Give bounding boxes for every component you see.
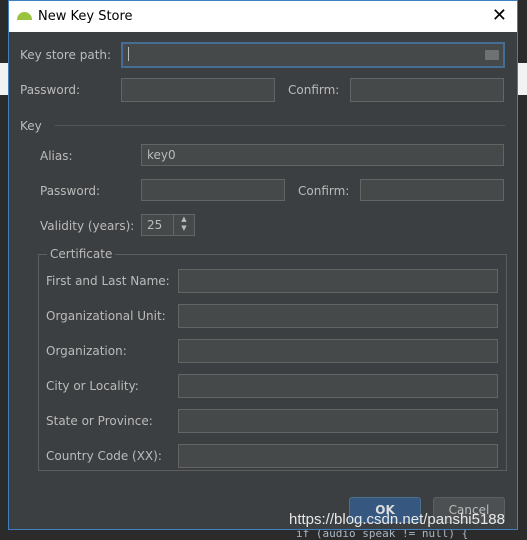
title-bar: New Key Store ✕ xyxy=(9,1,517,32)
key-confirm-input[interactable] xyxy=(360,179,504,201)
folder-icon[interactable] xyxy=(485,50,499,60)
certificate-field-input[interactable] xyxy=(178,374,498,398)
alias-input[interactable]: key0 xyxy=(141,144,504,166)
validity-label: Validity (years): xyxy=(40,219,135,233)
spinner-arrows-icon[interactable]: ▲ ▼ xyxy=(173,215,194,235)
validity-spinner[interactable]: 25 ▲ ▼ xyxy=(141,214,195,236)
keystore-password-input[interactable] xyxy=(121,78,275,102)
certificate-field-input[interactable] xyxy=(178,269,498,293)
divider xyxy=(55,125,505,126)
certificate-field-label: State or Province: xyxy=(46,414,153,428)
key-store-path-label: Key store path: xyxy=(20,48,112,62)
certificate-field-label: City or Locality: xyxy=(46,379,139,393)
keystore-password-label: Password: xyxy=(20,83,81,97)
window-title: New Key Store xyxy=(38,9,133,24)
android-icon xyxy=(17,12,32,20)
certificate-field-input[interactable] xyxy=(178,444,498,468)
validity-value: 25 xyxy=(147,218,163,232)
certificate-field-label: Organizational Unit: xyxy=(46,309,166,323)
alias-label: Alias: xyxy=(40,149,73,163)
key-password-input[interactable] xyxy=(141,179,285,201)
keystore-confirm-input[interactable] xyxy=(350,78,504,102)
certificate-field-label: Country Code (XX): xyxy=(46,449,162,463)
new-key-store-dialog: New Key Store ✕ Key store path: Password… xyxy=(8,0,518,530)
certificate-field-input[interactable] xyxy=(178,339,498,363)
certificate-field-label: First and Last Name: xyxy=(46,274,170,288)
key-password-label: Password: xyxy=(40,184,101,198)
watermark: https://blog.csdn.net/panshi5188 xyxy=(289,511,505,528)
certificate-field-input[interactable] xyxy=(178,409,498,433)
certificate-field-label: Organization: xyxy=(46,344,127,358)
key-section-label: Key xyxy=(20,119,42,133)
keystore-confirm-label: Confirm: xyxy=(288,83,340,97)
certificate-legend: Certificate xyxy=(47,247,116,261)
certificate-field-input[interactable] xyxy=(178,304,498,328)
close-icon[interactable]: ✕ xyxy=(492,5,507,26)
key-confirm-label: Confirm: xyxy=(298,184,350,198)
key-store-path-input[interactable] xyxy=(121,42,505,68)
